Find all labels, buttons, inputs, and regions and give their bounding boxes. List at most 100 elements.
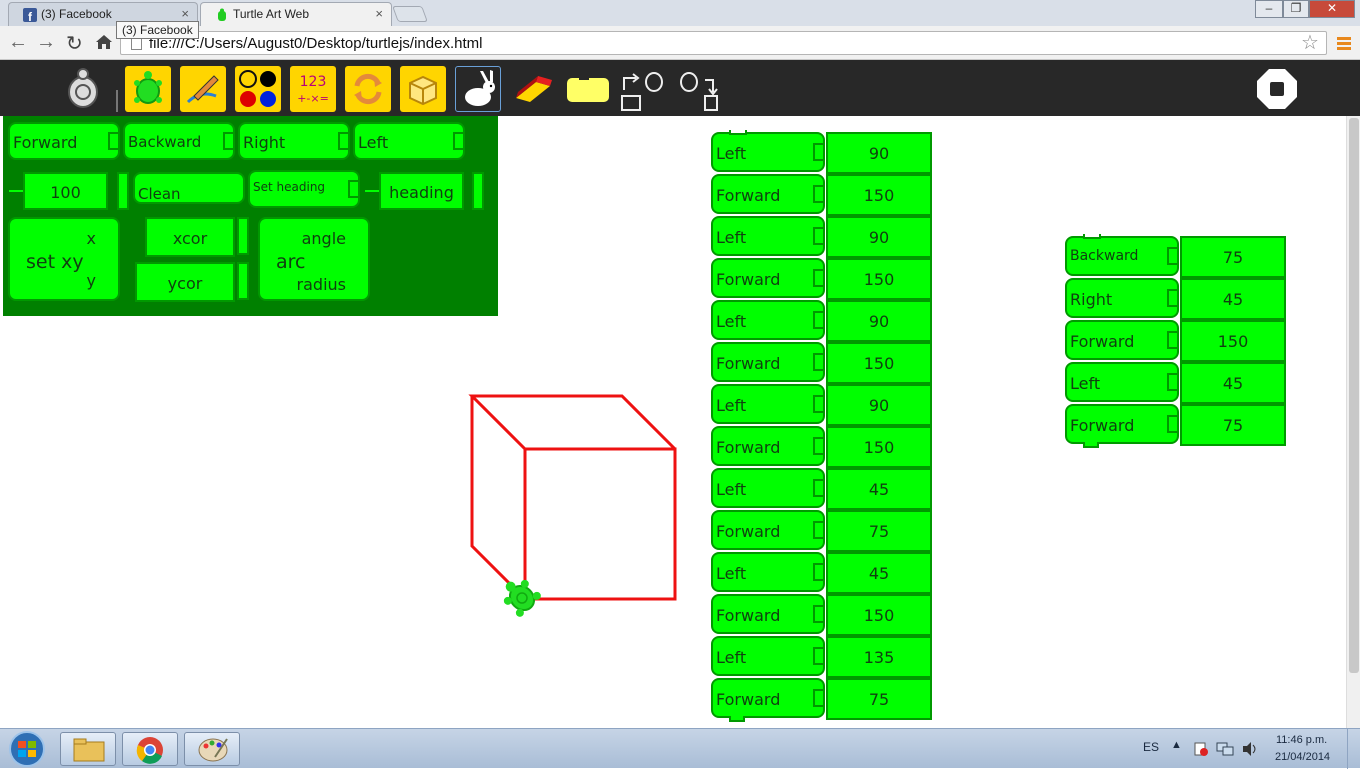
number-block[interactable]: 75 [826, 678, 932, 720]
number-block[interactable]: 45 [1180, 362, 1286, 404]
command-block[interactable]: Backward [1065, 234, 1179, 276]
minimize-button[interactable]: – [1255, 0, 1283, 18]
command-block[interactable]: Left [711, 300, 825, 340]
network-icon[interactable] [1216, 741, 1234, 757]
command-block[interactable]: Forward [711, 258, 825, 298]
numbers-palette-button[interactable]: 123 +-×= [290, 66, 336, 112]
scrollbar-thumb[interactable] [1349, 118, 1359, 673]
command-block[interactable]: Forward [1065, 404, 1179, 448]
palette-right-block[interactable]: Right [238, 122, 350, 160]
menu-icon[interactable] [1337, 36, 1351, 50]
number-block[interactable]: 45 [1180, 278, 1286, 320]
volume-icon[interactable] [1241, 741, 1259, 757]
palette-heading-block[interactable]: heading [379, 172, 464, 210]
palette-set-heading-block[interactable]: Set heading [248, 170, 360, 208]
command-block[interactable]: Left [711, 216, 825, 256]
number-block[interactable]: 150 [826, 594, 932, 636]
maximize-button[interactable]: ❐ [1283, 0, 1309, 18]
show-hidden-icons-icon[interactable]: ▲ [1171, 739, 1182, 751]
turtle-logo-icon[interactable] [60, 66, 106, 112]
number-block[interactable]: 135 [826, 636, 932, 678]
command-label: Forward [716, 522, 781, 541]
number-block[interactable]: 75 [826, 510, 932, 552]
clock-date[interactable]: 21/04/2014 [1275, 751, 1330, 763]
palette-left-block[interactable]: Left [353, 122, 465, 160]
block-socket [813, 605, 823, 623]
command-block[interactable]: Forward [711, 342, 825, 382]
block-label: Backward [128, 133, 202, 151]
erase-button[interactable] [510, 66, 556, 112]
close-tab-icon[interactable]: × [375, 6, 383, 21]
start-button-icon[interactable] [4, 730, 50, 768]
command-block[interactable]: Forward [711, 594, 825, 634]
number-block[interactable]: 90 [826, 384, 932, 426]
palette-number-block[interactable]: 100 [23, 172, 108, 210]
palette-clean-block[interactable]: Clean [133, 172, 245, 204]
number-block[interactable]: 45 [826, 468, 932, 510]
action-center-icon[interactable] [1193, 741, 1209, 757]
command-block[interactable]: Left [711, 636, 825, 676]
command-block[interactable]: Left [711, 468, 825, 508]
taskbar-chrome[interactable] [122, 732, 178, 766]
save-turtle-icon[interactable] [620, 66, 666, 112]
number-block[interactable]: 150 [826, 174, 932, 216]
load-turtle-icon[interactable] [675, 66, 721, 112]
command-block[interactable]: Forward [711, 678, 825, 722]
clock-time[interactable]: 11:46 p.m. [1276, 734, 1327, 746]
flow-palette-button[interactable] [345, 66, 391, 112]
command-label: Left [1070, 374, 1101, 393]
new-tab-button[interactable] [392, 6, 428, 22]
command-block[interactable]: Forward [711, 174, 825, 214]
palette-bracket-block[interactable] [472, 172, 484, 210]
blocks-palette-button[interactable] [400, 66, 446, 112]
fast-run-button[interactable] [455, 66, 501, 112]
number-block[interactable]: 75 [1180, 236, 1286, 278]
number-block[interactable]: 90 [826, 132, 932, 174]
command-block[interactable]: Forward [711, 510, 825, 550]
command-block[interactable]: Forward [711, 426, 825, 466]
palette-bracket-block[interactable] [237, 262, 249, 300]
number-block[interactable]: 75 [1180, 404, 1286, 446]
number-block[interactable]: 150 [826, 342, 932, 384]
block-shape-button[interactable] [565, 66, 611, 112]
command-block[interactable]: Right [1065, 278, 1179, 318]
close-window-button[interactable]: ✕ [1309, 0, 1355, 18]
palette-bracket-block[interactable] [237, 217, 249, 255]
forward-icon[interactable]: → [36, 31, 56, 54]
url-input[interactable]: file:///C:/Users/August0/Desktop/turtlej… [120, 31, 1327, 55]
taskbar-explorer[interactable] [60, 732, 116, 766]
command-block[interactable]: Left [711, 552, 825, 592]
reload-icon[interactable]: ↻ [66, 31, 83, 56]
command-block[interactable]: Forward [1065, 320, 1179, 360]
number-block[interactable]: 90 [826, 216, 932, 258]
number-block[interactable]: 90 [826, 300, 932, 342]
palette-forward-block[interactable]: Forward [8, 122, 120, 160]
command-block[interactable]: Left [1065, 362, 1179, 402]
pen-palette-button[interactable] [180, 66, 226, 112]
palette-arc-block[interactable]: arc angle radius [258, 217, 370, 301]
language-indicator[interactable]: ES [1143, 740, 1159, 754]
command-block[interactable]: Left [711, 384, 825, 424]
show-desktop-button[interactable] [1347, 729, 1360, 769]
number-block[interactable]: 45 [826, 552, 932, 594]
vertical-scrollbar[interactable] [1346, 116, 1360, 728]
number-block[interactable]: 150 [826, 258, 932, 300]
palette-backward-block[interactable]: Backward [123, 122, 235, 160]
command-block[interactable]: Left [711, 130, 825, 172]
home-icon[interactable] [95, 34, 113, 50]
palette-bracket-block[interactable] [117, 172, 129, 210]
taskbar-paint[interactable] [184, 732, 240, 766]
close-tab-icon[interactable]: × [181, 6, 189, 21]
palette-xcor-block[interactable]: xcor [145, 217, 235, 257]
turtle-palette-button[interactable] [125, 66, 171, 112]
number-block[interactable]: 150 [1180, 320, 1286, 362]
back-icon[interactable]: ← [8, 31, 28, 54]
number-block[interactable]: 150 [826, 426, 932, 468]
colors-palette-button[interactable] [235, 66, 281, 112]
bookmark-star-icon[interactable]: ☆ [1301, 30, 1319, 55]
stop-icon[interactable] [1256, 68, 1298, 110]
tab-turtle-art[interactable]: Turtle Art Web × [200, 2, 392, 26]
palette-setxy-block[interactable]: set xy x y [8, 217, 120, 301]
block-socket [1167, 415, 1177, 433]
palette-ycor-block[interactable]: ycor [135, 262, 235, 302]
